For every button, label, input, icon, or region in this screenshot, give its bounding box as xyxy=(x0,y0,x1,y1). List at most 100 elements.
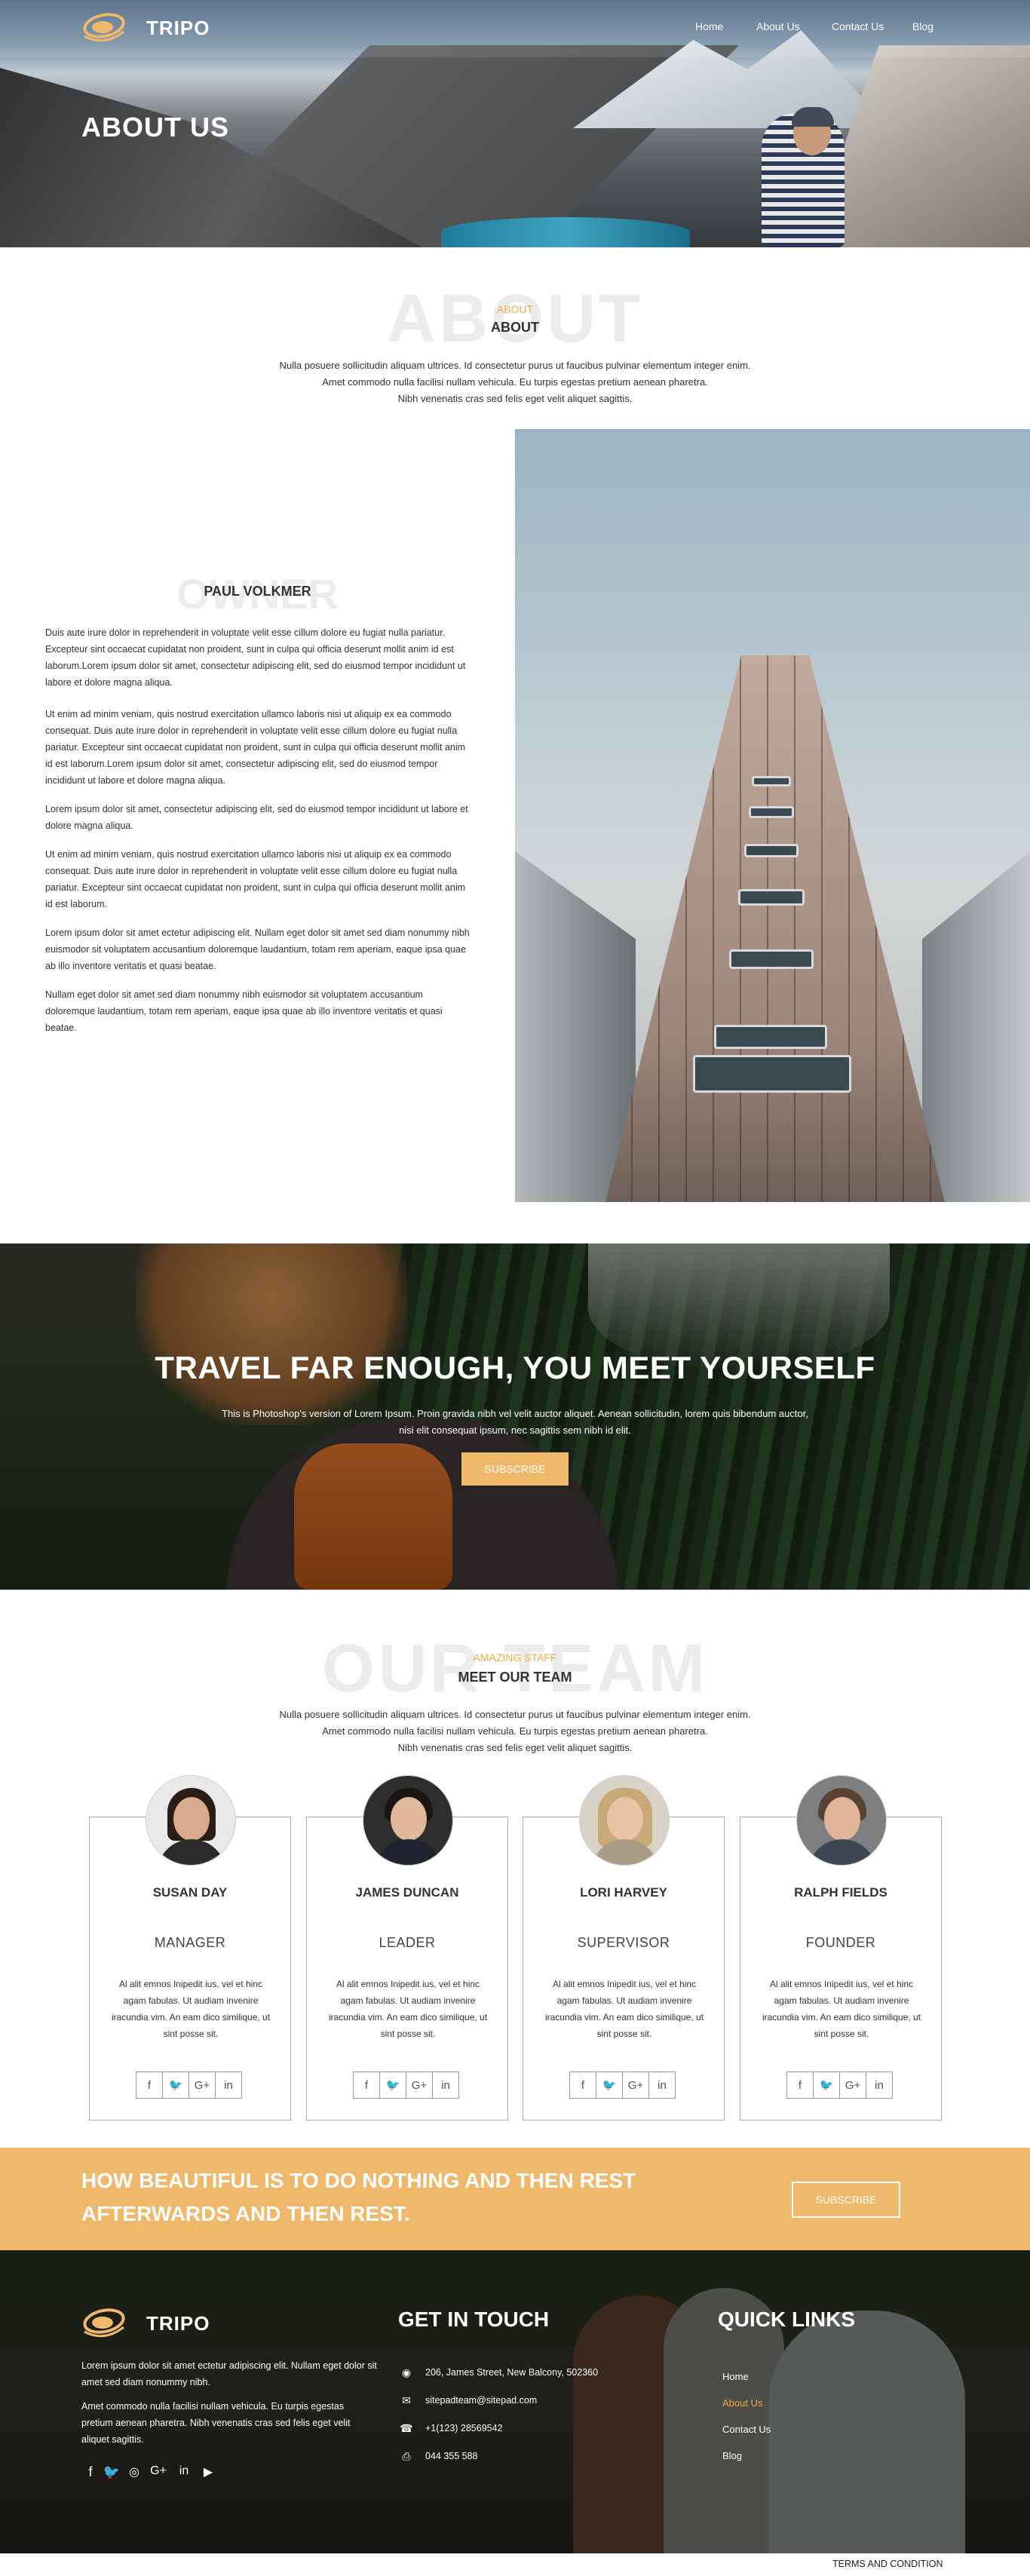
member-socials: f 🐦 G+ in xyxy=(353,2072,463,2099)
facebook-icon[interactable]: f xyxy=(353,2072,380,2099)
member-name: RALPH FIELDS xyxy=(794,1885,887,1900)
linkedin-icon[interactable]: in xyxy=(866,2072,893,2099)
avatar xyxy=(796,1775,887,1866)
avatar xyxy=(146,1775,236,1866)
team-desc-line: Nulla posuere sollicitudin aliquam ultri… xyxy=(279,1709,751,1720)
owner-paragraph: Ut enim ad minim veniam, quis nostrud ex… xyxy=(45,709,466,786)
twitter-icon[interactable]: 🐦 xyxy=(379,2072,406,2099)
footer-link-contact-us[interactable]: Contact Us xyxy=(722,2424,771,2435)
phone-icon: ☎ xyxy=(400,2421,413,2434)
contact-email[interactable]: ✉ sitepadteam@sitepad.com xyxy=(398,2391,624,2409)
google-plus-icon[interactable]: G+ xyxy=(839,2072,866,2099)
google-plus-icon[interactable]: G+ xyxy=(149,2464,167,2478)
member-socials: f 🐦 G+ in xyxy=(136,2072,246,2099)
about-desc-line: Nibh venenatis cras sed felis eget velit… xyxy=(397,393,633,404)
logo-icon[interactable] xyxy=(81,9,128,45)
member-role: FOUNDER xyxy=(805,1935,876,1950)
side-building-right xyxy=(922,851,1030,1202)
page-title: ABOUT US xyxy=(81,112,229,143)
google-plus-icon[interactable]: G+ xyxy=(622,2072,649,2099)
member-socials: f 🐦 G+ in xyxy=(786,2072,897,2099)
about-desc-line: Amet commodo nulla facilisi nullam vehic… xyxy=(322,376,708,388)
travel-desc-line: This is Photoshop's version of Lorem Ips… xyxy=(222,1408,808,1419)
contact-phone[interactable]: ☎ +1(123) 28569542 xyxy=(398,2419,624,2437)
twitter-icon[interactable]: 🐦 xyxy=(813,2072,840,2099)
member-bio: Al alit emnos Inipedit ius, vel et hinc … xyxy=(111,1979,271,2039)
member-socials: f 🐦 G+ in xyxy=(569,2072,679,2099)
footer-logo-icon[interactable] xyxy=(81,2305,128,2341)
about-tag: ABOUT xyxy=(496,303,534,315)
member-name: JAMES DUNCAN xyxy=(355,1885,459,1900)
facebook-icon[interactable]: f xyxy=(786,2072,814,2099)
twitter-icon[interactable]: 🐦 xyxy=(103,2464,121,2480)
tower-lines xyxy=(605,655,945,1202)
owner-paragraph: Lorem ipsum dolor sit amet, consectetur … xyxy=(45,804,468,831)
facebook-icon[interactable]: f xyxy=(81,2464,100,2480)
building-image xyxy=(515,429,1030,1202)
team-desc-line: Nibh venenatis cras sed felis eget velit… xyxy=(397,1742,633,1753)
brand-name[interactable]: TRIPO xyxy=(146,17,210,40)
nav-contact-us[interactable]: Contact Us xyxy=(832,20,884,32)
subscribe-button[interactable]: SUBSCRIBE xyxy=(461,1452,569,1486)
footer-link-home[interactable]: Home xyxy=(722,2371,749,2382)
contact-address: ◉ 206, James Street, New Balcony, 502360 xyxy=(398,2363,624,2381)
team-bg-word: OUR TEAM xyxy=(322,1631,708,1707)
side-building-left xyxy=(515,851,636,1202)
window xyxy=(729,949,814,969)
contact-text: +1(123) 28569542 xyxy=(425,2423,503,2433)
twitter-icon[interactable]: 🐦 xyxy=(162,2072,189,2099)
nav-blog[interactable]: Blog xyxy=(912,20,933,32)
envelope-icon: ✉ xyxy=(402,2394,411,2406)
contact-title: GET IN TOUCH xyxy=(398,2308,550,2331)
youtube-icon[interactable]: ▶ xyxy=(199,2464,217,2479)
owner-paragraph: Duis aute irure dolor in reprehenderit i… xyxy=(45,627,466,688)
facebook-icon[interactable]: f xyxy=(136,2072,163,2099)
about-desc-line: Nulla posuere sollicitudin aliquam ultri… xyxy=(279,360,751,371)
footer-link-about-us[interactable]: About Us xyxy=(722,2397,762,2409)
instagram-icon[interactable]: ◎ xyxy=(125,2464,143,2479)
team-card: LORI HARVEY SUPERVISOR Al alit emnos Ini… xyxy=(523,1775,725,2121)
window xyxy=(738,889,805,906)
quick-links-title: QUICK LINKS xyxy=(718,2308,855,2331)
member-bio: Al alit emnos Inipedit ius, vel et hinc … xyxy=(762,1979,921,2039)
footer-brand[interactable]: TRIPO xyxy=(146,2312,210,2335)
google-plus-icon[interactable]: G+ xyxy=(189,2072,216,2099)
facebook-icon[interactable]: f xyxy=(569,2072,596,2099)
window xyxy=(749,806,794,818)
owner-name: PAUL VOLKMER xyxy=(204,584,311,599)
team-desc-line: Amet commodo nulla facilisi nullam vehic… xyxy=(322,1725,708,1737)
window xyxy=(752,776,791,787)
linkedin-icon[interactable]: in xyxy=(648,2072,676,2099)
cta-line: HOW BEAUTIFUL IS TO DO NOTHING AND THEN … xyxy=(81,2169,636,2192)
contact-text: 044 355 588 xyxy=(425,2451,478,2461)
team-tag: AMAZING STAFF xyxy=(473,1651,557,1664)
team-card: JAMES DUNCAN LEADER Al alit emnos Iniped… xyxy=(306,1775,508,2121)
cta-line: AFTERWARDS AND THEN REST. xyxy=(81,2202,410,2225)
member-name: SUSAN DAY xyxy=(152,1885,228,1900)
footer-about-text: Amet commodo nulla facilisi nullam vehic… xyxy=(81,2401,351,2445)
linkedin-icon[interactable]: in xyxy=(432,2072,459,2099)
map-marker-icon: ◉ xyxy=(401,2366,412,2378)
member-role: LEADER xyxy=(379,1935,436,1950)
linkedin-icon[interactable]: in xyxy=(175,2464,193,2478)
owner-paragraph: Ut enim ad minim veniam, quis nostrud ex… xyxy=(45,849,466,909)
google-plus-icon[interactable]: G+ xyxy=(406,2072,433,2099)
nav-home[interactable]: Home xyxy=(695,20,723,32)
linkedin-icon[interactable]: in xyxy=(215,2072,242,2099)
cta-subscribe-button[interactable]: SUBSCRIBE xyxy=(792,2182,900,2218)
team-card: SUSAN DAY MANAGER Al alit emnos Inipedit… xyxy=(89,1775,291,2121)
about-bg-word: ABOUT xyxy=(387,281,643,357)
hiker-cap xyxy=(792,107,834,127)
twitter-icon[interactable]: 🐦 xyxy=(596,2072,623,2099)
terms-link[interactable]: TERMS AND CONDITION xyxy=(832,2559,943,2569)
fax-icon: ⎙ xyxy=(402,2449,411,2462)
footer-about-text: Lorem ipsum dolor sit amet ectetur adipi… xyxy=(81,2360,377,2387)
member-bio: Al alit emnos Inipedit ius, vel et hinc … xyxy=(328,1979,488,2039)
member-name: LORI HARVEY xyxy=(580,1885,667,1900)
avatar xyxy=(363,1775,453,1866)
member-bio: Al alit emnos Inipedit ius, vel et hinc … xyxy=(544,1979,704,2039)
contact-text: sitepadteam@sitepad.com xyxy=(425,2395,538,2406)
avatar xyxy=(579,1775,670,1866)
footer-link-blog[interactable]: Blog xyxy=(722,2450,742,2461)
nav-about-us[interactable]: About Us xyxy=(756,20,800,32)
